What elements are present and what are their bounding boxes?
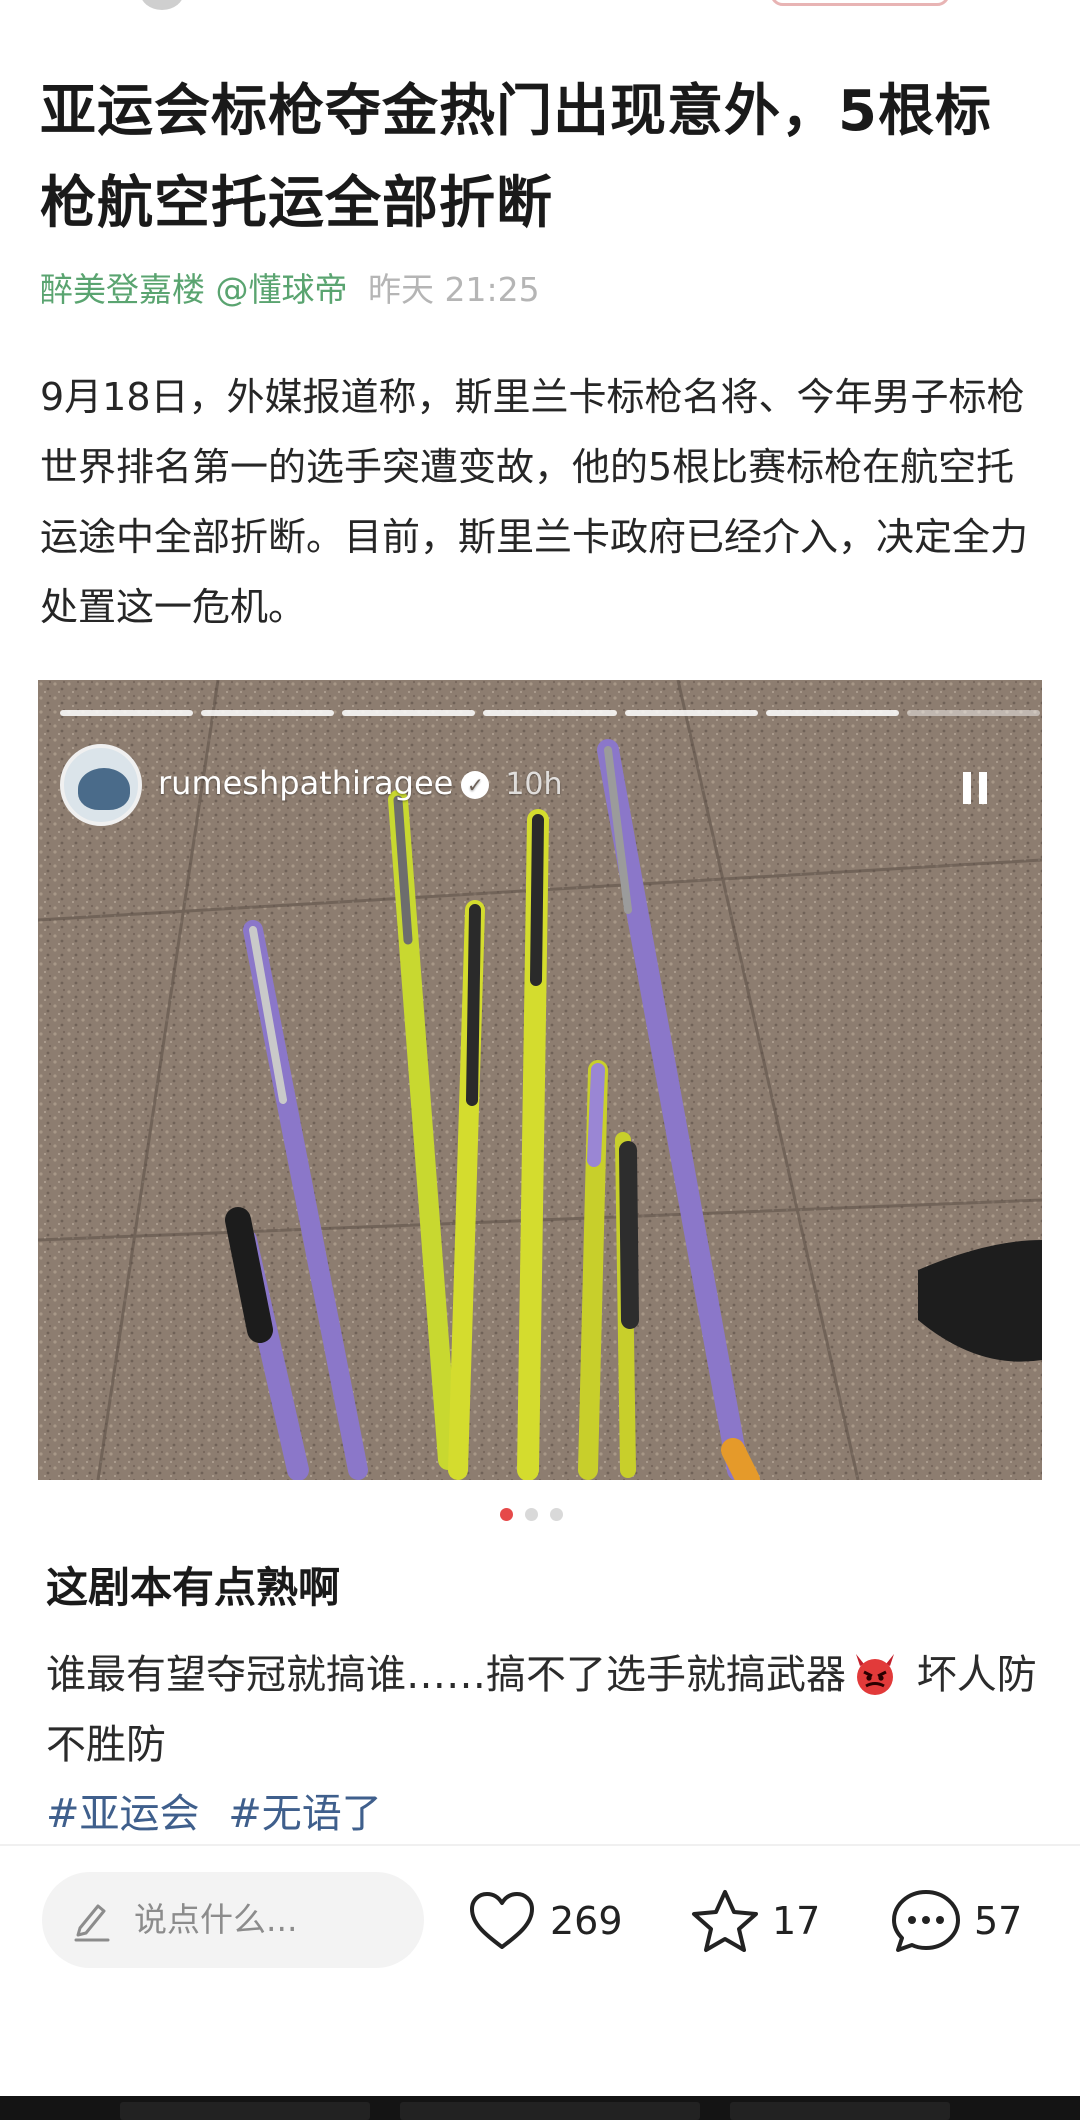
chat-bubble-icon xyxy=(892,1890,960,1952)
pause-icon xyxy=(963,772,989,804)
article-body: 9月18日，外媒报道称，斯里兰卡标枪名将、今年男子标枪世界排名第一的选手突遭变故… xyxy=(40,375,1029,629)
carousel-dot[interactable] xyxy=(500,1508,513,1521)
like-count: 269 xyxy=(550,1899,623,1943)
carousel-dot[interactable] xyxy=(550,1508,563,1521)
tag-link[interactable]: #亚运会 xyxy=(46,1791,200,1837)
verified-check-icon: ✓ xyxy=(461,771,490,799)
story-avatar xyxy=(60,744,142,826)
like-button[interactable]: 269 xyxy=(466,1888,623,1954)
article-meta: 醉美登嘉楼 @懂球帝 昨天 21:25 xyxy=(40,268,540,312)
top-avatar-fragment xyxy=(140,0,184,10)
comment-input[interactable]: 说点什么... xyxy=(42,1872,424,1968)
post-text-part-1: 谁最有望夺冠就搞谁……搞不了选手就搞武器 xyxy=(46,1652,846,1698)
tag-link[interactable]: #无语了 xyxy=(228,1791,382,1837)
carousel-dot[interactable] xyxy=(525,1508,538,1521)
post-tags: #亚运会 #无语了 xyxy=(46,1786,398,1842)
story-progress-bars xyxy=(60,710,1040,716)
favorite-button[interactable]: 17 xyxy=(690,1888,820,1954)
comment-button[interactable]: 57 xyxy=(890,1888,1022,1954)
post-subtitle: 这剧本有点熟啊 xyxy=(46,1563,341,1612)
star-icon xyxy=(692,1890,758,1952)
story-age: 10h xyxy=(505,767,563,802)
favorite-count: 17 xyxy=(772,1899,821,1943)
comment-placeholder: 说点什么... xyxy=(134,1900,298,1939)
comment-count: 57 xyxy=(974,1899,1023,1943)
devil-face-icon xyxy=(856,1654,894,1695)
article-author[interactable]: 醉美登嘉楼 @懂球帝 xyxy=(40,270,348,309)
story-username: rumeshpathiragee xyxy=(158,764,454,802)
carousel-dots xyxy=(500,1508,563,1521)
system-bottom-bar xyxy=(0,2096,1080,2120)
top-follow-button-fragment[interactable] xyxy=(770,0,950,6)
heart-icon xyxy=(470,1892,534,1949)
divider xyxy=(0,1844,1080,1846)
pencil-icon xyxy=(74,1904,110,1942)
post-text: 谁最有望夺冠就搞谁……搞不了选手就搞武器 坏人防不胜防 xyxy=(46,1640,1046,1780)
article-time: 昨天 21:25 xyxy=(368,270,540,309)
article-title: 亚运会标枪夺金热门出现意外，5根标枪航空托运全部折断 xyxy=(40,79,992,236)
story-header: rumeshpathiragee ✓ 10h xyxy=(158,764,563,802)
article-photo[interactable]: rumeshpathiragee ✓ 10h xyxy=(38,680,1042,1480)
